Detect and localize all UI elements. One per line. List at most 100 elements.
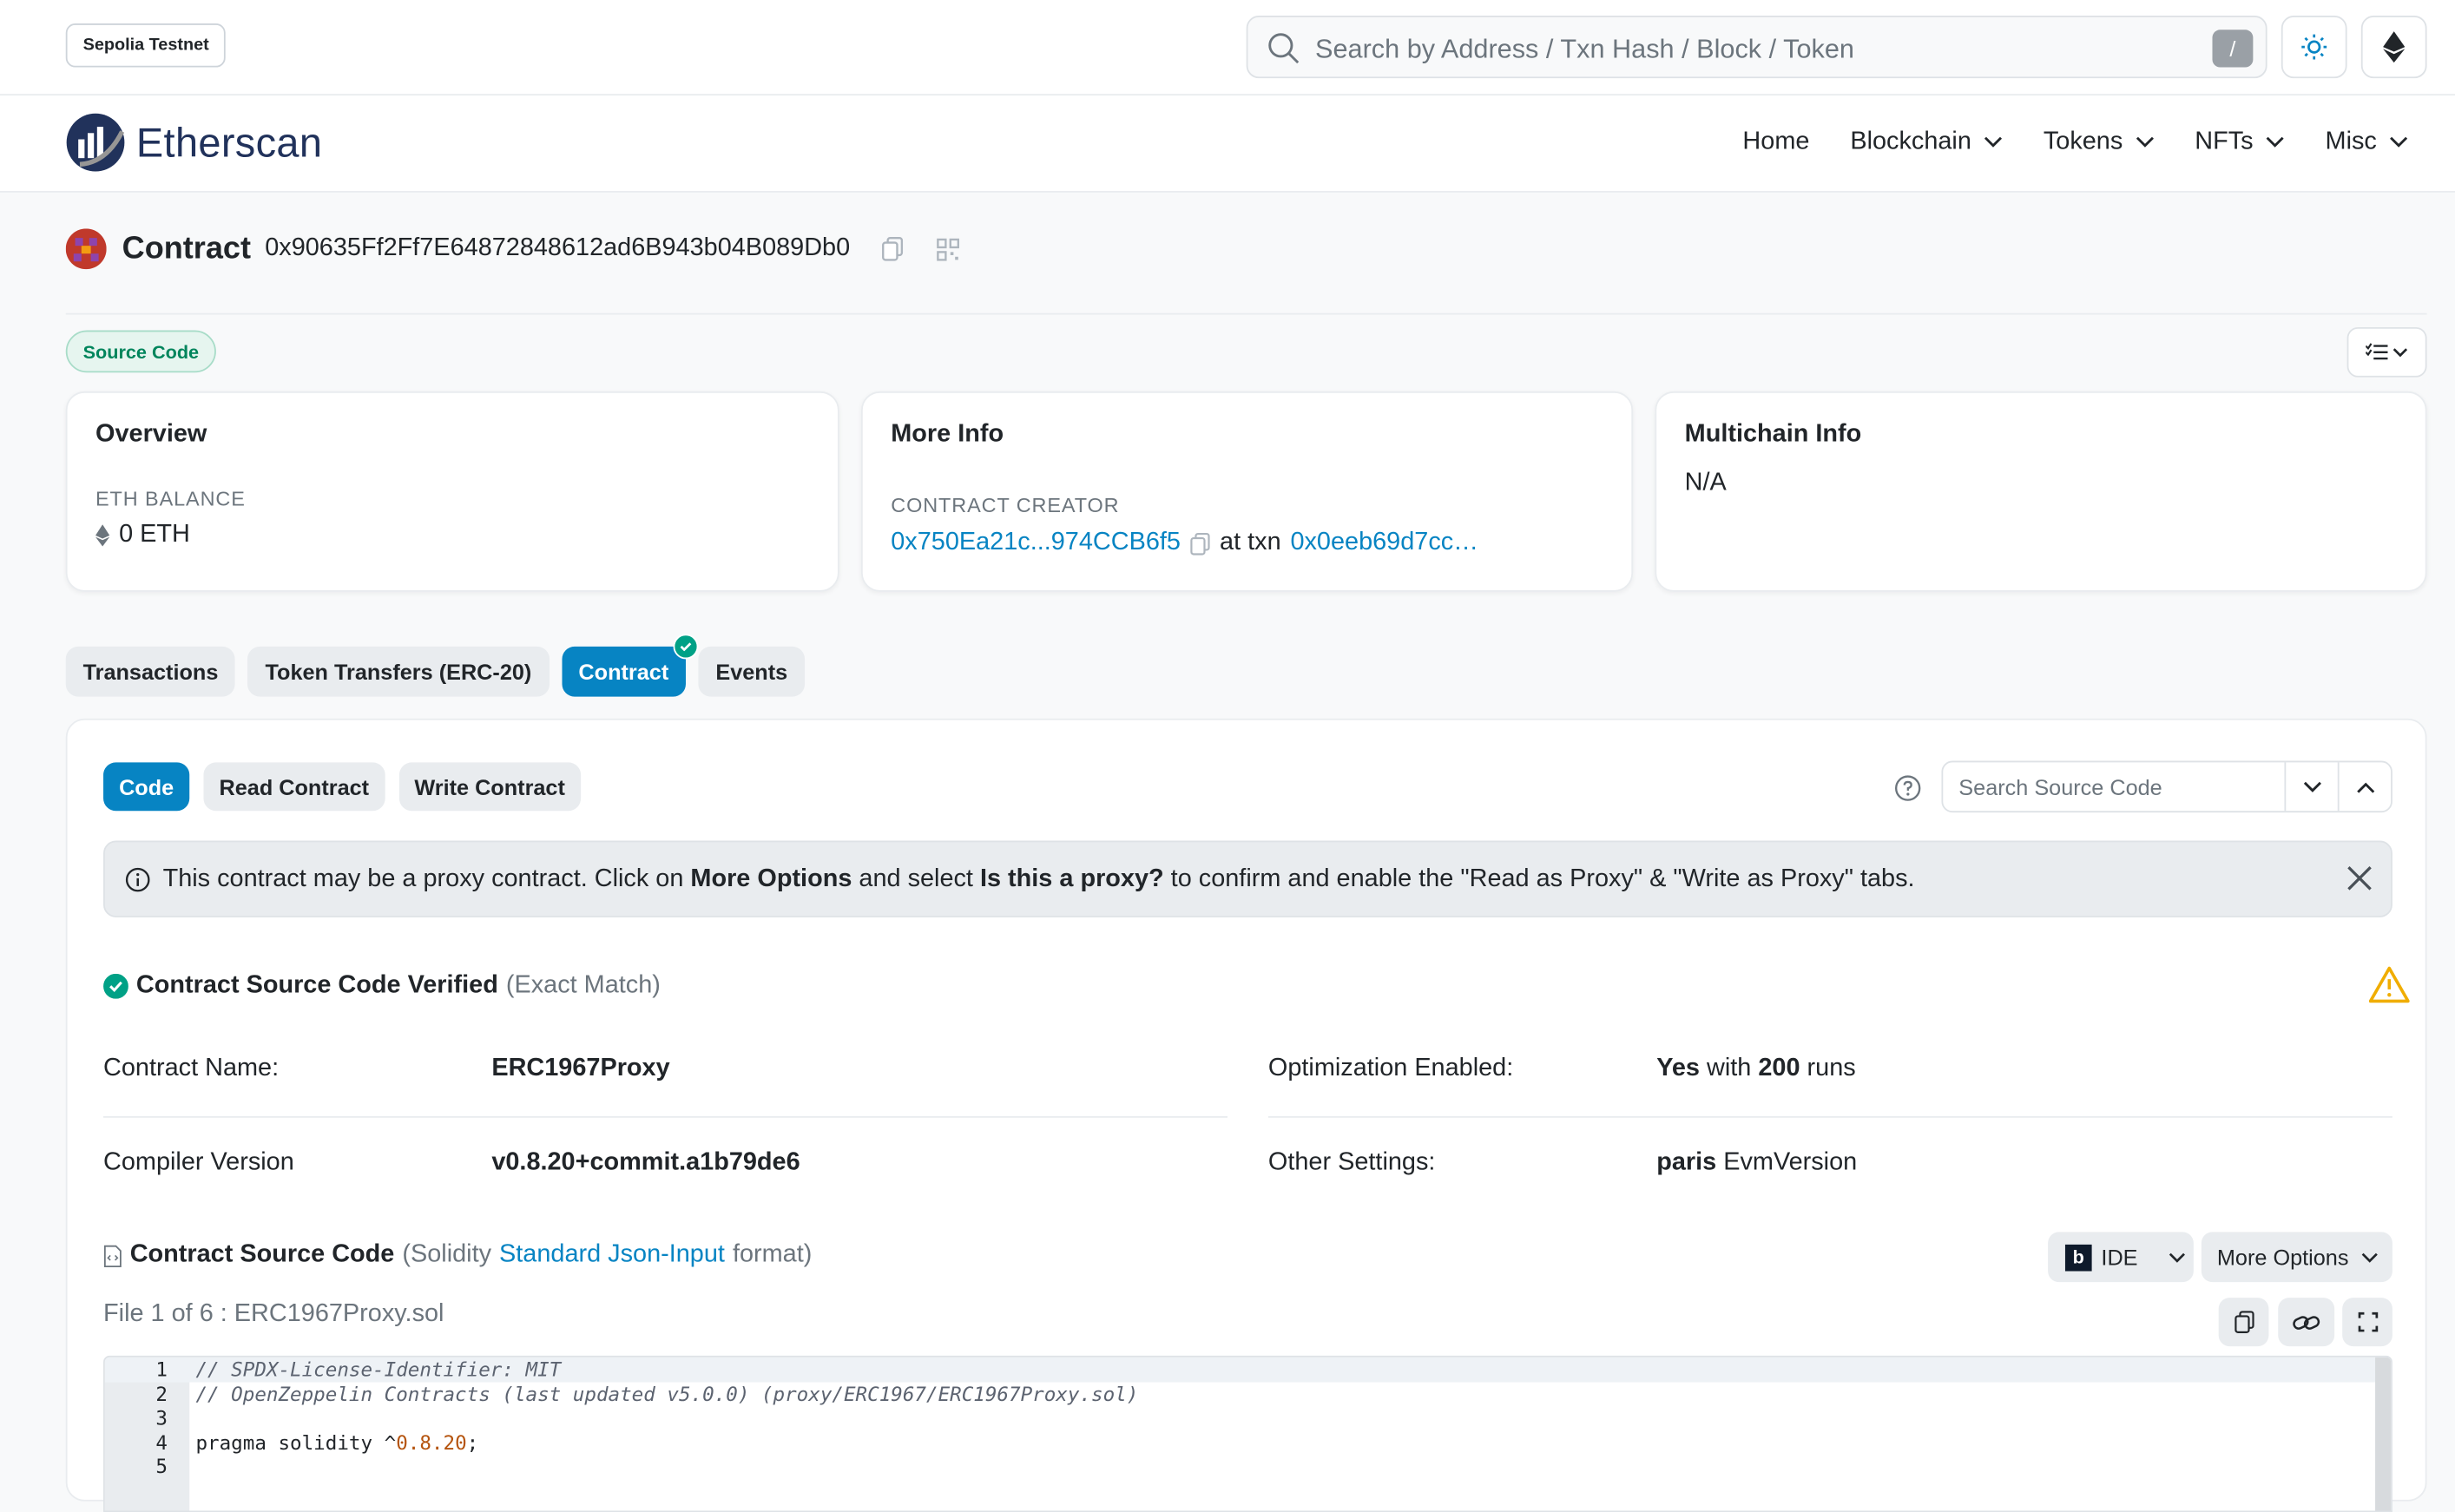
line-number: 5: [155, 1454, 168, 1478]
nav-tokens[interactable]: Tokens: [2044, 128, 2155, 156]
tab-contract[interactable]: Contract: [561, 634, 699, 697]
ide-label: IDE: [2101, 1244, 2138, 1270]
nav-misc[interactable]: Misc: [2326, 128, 2408, 156]
line-number: 3: [155, 1405, 168, 1430]
code-line: 1 // SPDX-License-Identifier: MIT: [104, 1357, 2392, 1382]
link-icon: [2293, 1315, 2320, 1329]
file-code-icon: [103, 1244, 122, 1267]
code-token: ;: [466, 1430, 479, 1454]
fullscreen-button[interactable]: [2342, 1298, 2392, 1347]
ide-button[interactable]: b IDE: [2048, 1232, 2194, 1283]
overview-title: Overview: [95, 421, 207, 448]
ide-logo-icon: b: [2064, 1243, 2092, 1271]
search-source-placeholder: Search Source Code: [1958, 773, 2162, 799]
subtab-read-contract[interactable]: Read Contract: [203, 762, 385, 812]
compiler-version-label: Compiler Version: [103, 1148, 294, 1176]
page-title: Contract: [122, 231, 251, 266]
chevron-up-icon: [2356, 781, 2374, 792]
nav-home[interactable]: Home: [1742, 128, 1809, 156]
help-circle-icon[interactable]: [1894, 775, 1921, 802]
search-next-button[interactable]: [2284, 762, 2337, 812]
standard-json-input-link[interactable]: Standard Json-Input: [499, 1241, 725, 1269]
nav-blockchain[interactable]: Blockchain: [1850, 128, 2003, 156]
multichain-title: Multichain Info: [1684, 421, 1862, 448]
chevron-down-icon: [2392, 347, 2408, 357]
search-icon: [1268, 33, 1300, 64]
more-options-label: More Options: [2216, 1244, 2349, 1270]
file-label: File 1 of 6 : ERC1967Proxy.sol: [103, 1300, 444, 1328]
warning-icon[interactable]: [2368, 966, 2410, 1003]
subtab-code[interactable]: Code: [103, 762, 190, 812]
line-number: 1: [155, 1357, 168, 1381]
chevron-down-icon: [1984, 136, 2003, 148]
other-settings-label: Other Settings:: [1267, 1148, 1436, 1176]
ethereum-icon: [2383, 31, 2406, 63]
chevron-down-icon: [2390, 136, 2408, 148]
nav-nfts[interactable]: NFTs: [2195, 128, 2284, 156]
contract-name-label: Contract Name:: [103, 1055, 280, 1082]
compiler-version-value: v0.8.20+commit.a1b79de6: [491, 1148, 800, 1176]
subtab-write-contract[interactable]: Write Contract: [398, 762, 581, 812]
contract-subtabs: Code Read Contract Write Contract: [103, 762, 581, 812]
search-source-code-input[interactable]: Search Source Code: [1941, 760, 2392, 813]
contract-address: 0x90635Ff2Ff7E64872848612ad6B943b04B089D…: [265, 234, 851, 262]
brand-name: Etherscan: [135, 118, 323, 166]
format-close: format): [732, 1241, 813, 1268]
at-txn-label: at txn: [1220, 529, 1281, 556]
chevron-down-icon: [2302, 780, 2321, 792]
copy-source-button[interactable]: [2218, 1298, 2269, 1347]
nav-blockchain-label: Blockchain: [1850, 128, 1971, 155]
copy-icon: [2234, 1311, 2254, 1333]
network-switch-button[interactable]: [2360, 16, 2427, 79]
code-line: 2 // OpenZeppelin Contracts (last updated…: [105, 1382, 2391, 1406]
verified-match: (Exact Match): [505, 972, 661, 999]
multichain-info-card: Multichain Info N/A: [1655, 391, 2427, 592]
tab-events[interactable]: Events: [698, 646, 806, 697]
more-info-card: More Info CONTRACT CREATOR 0x750Ea21c...…: [860, 391, 1634, 592]
network-badge[interactable]: Sepolia Testnet: [65, 23, 227, 68]
search-prev-button[interactable]: [2337, 762, 2391, 812]
source-code-badge[interactable]: Source Code: [65, 330, 216, 373]
copy-icon[interactable]: [1190, 531, 1210, 555]
verified-status: Contract Source Code Verified (Exact Mat…: [103, 972, 661, 1000]
code-text: // SPDX-License-Identifier: MIT: [195, 1357, 562, 1381]
code-scrollbar[interactable]: [2375, 1357, 2392, 1511]
copy-icon[interactable]: [881, 236, 903, 261]
expand-icon: [2357, 1311, 2378, 1332]
sun-icon: [2301, 34, 2327, 60]
permalink-button[interactable]: [2278, 1298, 2335, 1347]
close-icon[interactable]: [2344, 863, 2375, 894]
search-input[interactable]: Search by Address / Txn Hash / Block / T…: [1246, 16, 2267, 79]
details-divider-right: [1267, 1115, 2392, 1118]
creator-address-link[interactable]: 0x750Ea21c...974CCB6f5: [891, 529, 1181, 557]
evm-version-name: paris: [1656, 1148, 1717, 1176]
optimization-yes: Yes: [1656, 1055, 1700, 1082]
tab-token-transfers[interactable]: Token Transfers (ERC-20): [247, 646, 550, 697]
contract-source-header: Contract Source Code (Solidity Standard …: [103, 1241, 812, 1269]
list-options-button[interactable]: [2346, 326, 2427, 378]
contract-panel: Code Read Contract Write Contract Search…: [65, 718, 2427, 1512]
chevron-down-icon: [2266, 136, 2284, 148]
more-info-title: More Info: [891, 421, 1004, 448]
theme-toggle-button[interactable]: [2281, 16, 2347, 79]
top-bar: Sepolia Testnet Search by Address / Txn …: [0, 0, 2455, 96]
header-divider: [65, 312, 2427, 315]
creation-txn-link[interactable]: 0x0eeb69d7cc…: [1290, 529, 1478, 557]
optimization-value: Yes with 200 runs: [1656, 1055, 1855, 1083]
code-token-number: 0.8.20: [396, 1430, 467, 1454]
verified-label: Contract Source Code Verified: [135, 972, 498, 999]
line-number: 2: [155, 1381, 168, 1405]
nav-home-label: Home: [1742, 128, 1810, 155]
code-line: 4 pragma solidity ^0.8.20;: [105, 1430, 2391, 1455]
code-line: 5: [105, 1455, 2391, 1479]
details-divider-left: [103, 1115, 1228, 1118]
etherscan-logo[interactable]: Etherscan: [66, 113, 323, 173]
source-code-editor[interactable]: 1 // SPDX-License-Identifier: MIT 2 // Ope…: [103, 1355, 2392, 1512]
tab-transactions[interactable]: Transactions: [65, 646, 236, 697]
qr-code-icon[interactable]: [936, 237, 959, 260]
chevron-down-icon: [2361, 1252, 2378, 1262]
alert-text-3: to confirm and enable the "Read as Proxy…: [1163, 864, 1915, 892]
alert-text-2: and select: [852, 864, 980, 892]
more-options-button[interactable]: More Options: [2201, 1232, 2392, 1283]
format-open: (Solidity: [402, 1241, 492, 1268]
